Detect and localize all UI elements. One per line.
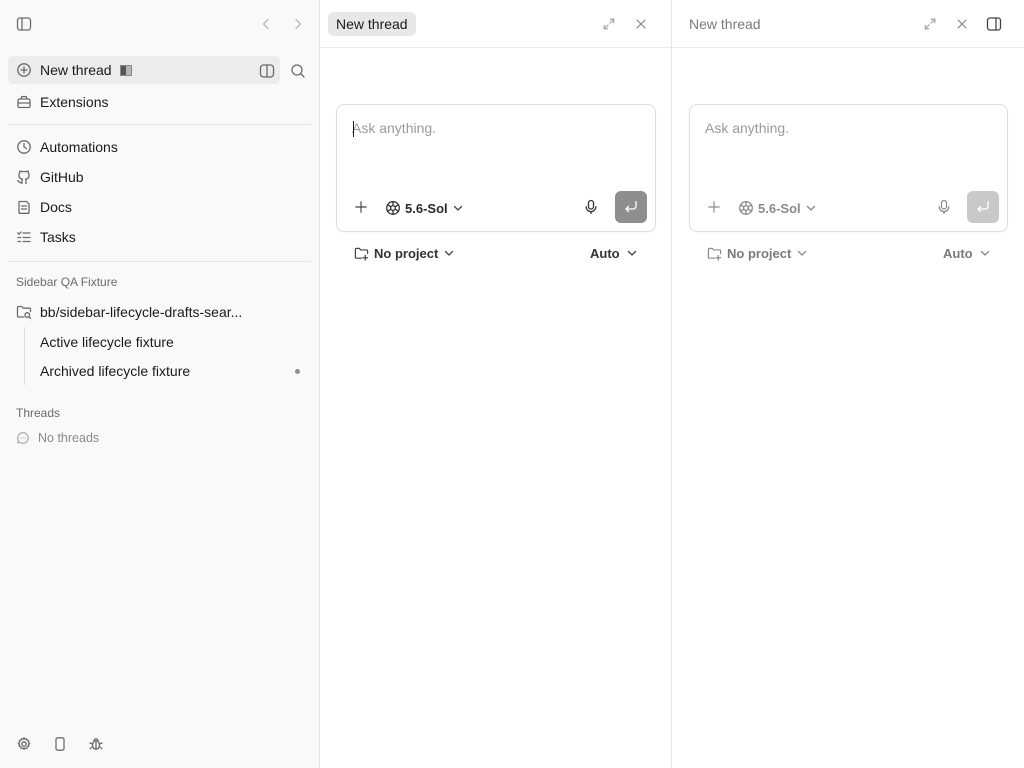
- send-button[interactable]: [615, 191, 647, 223]
- message-input[interactable]: [352, 120, 632, 136]
- threads-section-title: Threads: [16, 406, 61, 420]
- sidebar-item-label: Docs: [40, 199, 72, 215]
- project-section-title: Sidebar QA Fixture: [16, 275, 118, 289]
- return-arrow-icon: [975, 199, 991, 215]
- openai-logo-icon: [385, 200, 401, 216]
- composer: 5.6-Sol: [336, 104, 656, 232]
- send-button[interactable]: [967, 191, 999, 223]
- attach-plus-icon[interactable]: [707, 200, 721, 214]
- mode-selector[interactable]: Auto: [943, 244, 990, 262]
- close-icon[interactable]: [955, 17, 969, 31]
- toolbox-icon: [16, 94, 32, 110]
- divider: [8, 124, 311, 125]
- sidebar-item-label: GitHub: [40, 169, 84, 185]
- gear-icon[interactable]: [16, 736, 32, 752]
- sidebar-item-github[interactable]: GitHub: [8, 163, 310, 191]
- bug-icon[interactable]: [88, 736, 104, 752]
- sidebar-item-extensions[interactable]: Extensions: [8, 88, 310, 116]
- divider: [8, 261, 311, 262]
- model-selector[interactable]: 5.6-Sol: [738, 199, 816, 217]
- chat-bubble-icon: [16, 431, 30, 445]
- book-icon: [16, 199, 32, 215]
- composer: 5.6-Sol: [689, 104, 1008, 232]
- chevron-down-icon: [797, 248, 807, 258]
- mode-selector[interactable]: Auto: [590, 244, 637, 262]
- chevron-down-icon: [980, 248, 990, 258]
- back-arrow-icon[interactable]: [258, 16, 274, 32]
- attach-plus-icon[interactable]: [354, 200, 368, 214]
- thread-pane-left: New thread 5.6-Sol: [320, 0, 672, 768]
- new-thread-button[interactable]: New thread: [8, 56, 280, 84]
- sidebar-top-bar: [16, 12, 306, 36]
- sidebar: New thread Extensions Automations GitHub…: [0, 0, 320, 768]
- pane-tab-title[interactable]: New thread: [328, 12, 416, 36]
- chevron-down-icon: [806, 203, 816, 213]
- no-threads-placeholder: No threads: [16, 431, 99, 445]
- microphone-icon[interactable]: [936, 199, 952, 215]
- sidebar-item-label: Automations: [40, 139, 118, 155]
- pane-header: New thread: [320, 0, 671, 48]
- chevron-down-icon: [453, 203, 463, 213]
- github-icon: [16, 169, 32, 185]
- project-label: No project: [374, 245, 439, 261]
- sidebar-item-label: Extensions: [40, 94, 109, 110]
- microphone-icon[interactable]: [583, 199, 599, 215]
- folder-plus-icon: [707, 246, 722, 261]
- model-label: 5.6-Sol: [758, 200, 801, 216]
- project-thread-item[interactable]: Active lifecycle fixture: [40, 334, 174, 350]
- folder-search-icon: [16, 304, 32, 320]
- mode-label: Auto: [590, 245, 620, 261]
- thread-pane-right: New thread 5.6-Sol: [673, 0, 1024, 768]
- folder-plus-icon: [354, 246, 369, 261]
- new-thread-label: New thread: [40, 62, 112, 78]
- sidebar-toggle-icon[interactable]: [16, 16, 32, 32]
- close-icon[interactable]: [634, 17, 648, 31]
- text-caret: [353, 121, 354, 137]
- sidebar-item-automations[interactable]: Automations: [8, 133, 310, 161]
- project-selector[interactable]: No project: [354, 244, 454, 262]
- pane-tab-title[interactable]: New thread: [681, 12, 769, 36]
- forward-arrow-icon[interactable]: [290, 16, 306, 32]
- no-threads-label: No threads: [38, 431, 100, 445]
- tree-guide-line: [24, 327, 25, 385]
- plus-circle-icon: [16, 62, 32, 78]
- mobile-device-icon[interactable]: [52, 736, 68, 752]
- sidebar-item-label: Tasks: [40, 229, 76, 245]
- sidebar-footer: [16, 736, 124, 752]
- project-label: No project: [727, 245, 792, 261]
- right-panel-toggle-icon[interactable]: [986, 16, 1002, 32]
- mode-label: Auto: [943, 245, 973, 261]
- unread-dot: [295, 369, 300, 374]
- search-icon[interactable]: [290, 63, 306, 79]
- clock-icon: [16, 139, 32, 155]
- openai-logo-icon: [738, 200, 754, 216]
- model-label: 5.6-Sol: [405, 200, 448, 216]
- return-arrow-icon: [623, 199, 639, 215]
- project-folder-label: bb/sidebar-lifecycle-drafts-sear...: [40, 304, 243, 320]
- expand-icon[interactable]: [923, 17, 937, 31]
- model-selector[interactable]: 5.6-Sol: [385, 199, 463, 217]
- expand-icon[interactable]: [602, 17, 616, 31]
- chevron-down-icon: [627, 248, 637, 258]
- chevron-down-icon: [444, 248, 454, 258]
- checklist-icon: [16, 229, 32, 245]
- project-thread-item[interactable]: Archived lifecycle fixture: [40, 363, 190, 379]
- project-folder[interactable]: bb/sidebar-lifecycle-drafts-sear...: [16, 303, 242, 321]
- sidebar-item-tasks[interactable]: Tasks: [8, 223, 310, 251]
- new-thread-indicator: [119, 64, 132, 76]
- pane-header: New thread: [673, 0, 1024, 48]
- project-selector[interactable]: No project: [707, 244, 807, 262]
- message-input[interactable]: [705, 120, 985, 136]
- split-view-icon[interactable]: [259, 63, 275, 79]
- sidebar-item-docs[interactable]: Docs: [8, 193, 310, 221]
